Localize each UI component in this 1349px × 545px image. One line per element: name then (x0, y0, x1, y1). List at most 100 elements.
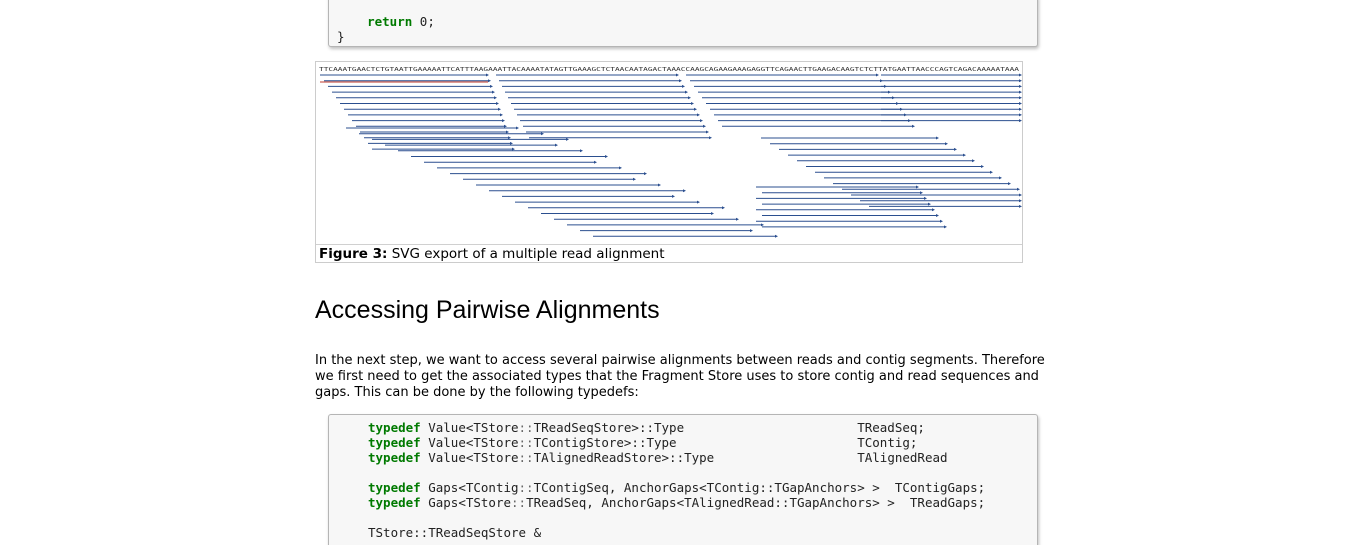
code-typedef-name: TContigGaps; (894, 480, 986, 495)
read-direction-arrow (566, 137, 569, 141)
code-keyword: typedef (368, 435, 421, 450)
read-direction-arrow (912, 124, 915, 128)
read-direction-arrow (940, 219, 943, 223)
read-direction-arrow (510, 141, 513, 145)
read-direction-arrow (1019, 79, 1022, 83)
read-direction-arrow (619, 166, 622, 170)
read-direction-arrow (688, 96, 691, 100)
code-type-rest: TAlignedReadStore>::Type (533, 450, 715, 465)
read-direction-arrow (504, 124, 507, 128)
code-type: Value<TStore (420, 420, 519, 435)
read-direction-arrow (936, 214, 939, 217)
read-direction-arrow (679, 79, 682, 83)
figure-caption-text: SVG export of a multiple read alignment (391, 246, 665, 262)
read-direction-arrow (488, 79, 491, 83)
code-line-partial: TStore::TReadSeqStore & (368, 525, 542, 540)
figure-caption-bar: Figure 3: SVG export of a multiple read … (316, 244, 1022, 263)
reference-sequence-text: TTCAAATGAACTCTGTAATTGAAAAATTCATTTAAGAAAT… (319, 67, 1020, 73)
code-type: Gaps<TContig (420, 480, 519, 495)
read-direction-arrow (498, 107, 501, 111)
read-direction-arrow (502, 119, 505, 123)
code-scope-operator: :: (518, 480, 534, 495)
read-direction-arrow (1019, 107, 1022, 111)
read-direction-arrow (972, 159, 975, 163)
read-direction-arrow (981, 165, 984, 168)
read-direction-arrow (1019, 193, 1022, 197)
code-type: Value<TStore (420, 435, 519, 450)
read-direction-arrow (1019, 102, 1022, 105)
code-line: typedef Value<TStore::TContigStore>::Typ… (368, 435, 985, 450)
read-direction-arrow (1019, 73, 1022, 77)
read-direction-arrow (932, 208, 935, 212)
read-direction-arrow (594, 160, 597, 164)
read-direction-arrow (486, 73, 489, 77)
read-direction-arrow (761, 223, 764, 227)
read-direction-arrow (694, 107, 697, 111)
code-keyword: typedef (368, 420, 421, 435)
code-typedef-name: TReadSeq; (857, 420, 925, 435)
read-direction-arrow (697, 200, 700, 204)
read-direction-arrow (1019, 119, 1022, 123)
code-line: typedef Gaps<TContig::TContigSeq, Anchor… (368, 480, 985, 495)
read-direction-arrow (508, 136, 511, 140)
read-direction-arrow (876, 73, 879, 77)
code-line: typedef Value<TStore::TAlignedReadStore>… (368, 450, 985, 465)
figure-caption: Figure 3: SVG export of a multiple read … (319, 246, 665, 262)
read-direction-arrow (672, 194, 675, 198)
code-keyword: typedef (368, 480, 421, 495)
code-typedef-name: TReadGaps; (909, 495, 986, 510)
read-direction-arrow (924, 196, 927, 200)
code-type-rest: TContigStore>::Type (533, 435, 677, 450)
read-direction-arrow (1019, 96, 1022, 100)
read-direction-arrow (1017, 187, 1020, 191)
read-direction-arrow (682, 84, 685, 88)
read-direction-arrow (711, 212, 714, 215)
read-direction-arrow (706, 130, 709, 134)
read-direction-arrow (691, 102, 694, 105)
code-typedef-name: TContig; (857, 435, 918, 450)
read-direction-arrow (1019, 113, 1022, 117)
read-direction-arrow (512, 147, 515, 151)
figure-read-alignment: TTCAAATGAACTCTGTAATTGAAAAATTCATTTAAGAAAT… (315, 61, 1023, 263)
figure-caption-label: Figure 3: (319, 246, 388, 262)
read-direction-arrow (685, 90, 688, 94)
read-direction-arrow (580, 149, 583, 153)
code-type-rest: TReadSeq, AnchorGaps<TAlignedRead::TGapA… (526, 495, 895, 510)
read-direction-arrow (736, 217, 739, 221)
read-direction-arrow (541, 132, 544, 136)
read-direction-arrow (700, 119, 703, 123)
section-paragraph: In the next step, we want to access seve… (315, 353, 1045, 400)
code-keyword: return (367, 14, 413, 29)
read-direction-arrow (963, 153, 966, 157)
code-scope-operator: :: (518, 450, 534, 465)
read-direction-arrow (490, 84, 493, 88)
read-direction-arrow (1019, 199, 1022, 203)
read-direction-arrow (494, 96, 497, 100)
read-direction-arrow (500, 113, 503, 117)
read-direction-arrow (506, 130, 509, 134)
code-line: typedef Value<TStore::TReadSeqStore>::Ty… (368, 420, 985, 435)
read-direction-arrow (936, 136, 939, 140)
read-direction-arrow (658, 183, 661, 187)
read-direction-arrow (999, 176, 1002, 180)
read-direction-arrow (709, 136, 712, 140)
code-closing-brace: } (337, 29, 345, 44)
alignment-svg: TTCAAATGAACTCTGTAATTGAAAAATTCATTTAAGAAAT… (319, 67, 1022, 238)
read-direction-arrow (516, 126, 519, 130)
read-direction-arrow (555, 143, 558, 147)
code-block-typedefs: typedef Value<TStore::TReadSeqStore>::Ty… (328, 414, 1038, 545)
code-typedef-name: TAlignedRead (857, 450, 948, 465)
read-direction-arrow (1008, 182, 1011, 186)
code-scope-operator: :: (511, 495, 527, 510)
read-direction-arrow (605, 155, 608, 158)
code-type: Value<TStore (420, 450, 519, 465)
read-direction-arrow (920, 191, 923, 195)
code-text: 0; (412, 14, 435, 29)
section-title: Accessing Pairwise Alignments (315, 296, 660, 324)
code-type-rest: TReadSeqStore>::Type (533, 420, 685, 435)
read-direction-arrow (990, 170, 993, 174)
code-block-return: return 0; } (328, 0, 1038, 47)
read-direction-arrow (928, 202, 931, 206)
